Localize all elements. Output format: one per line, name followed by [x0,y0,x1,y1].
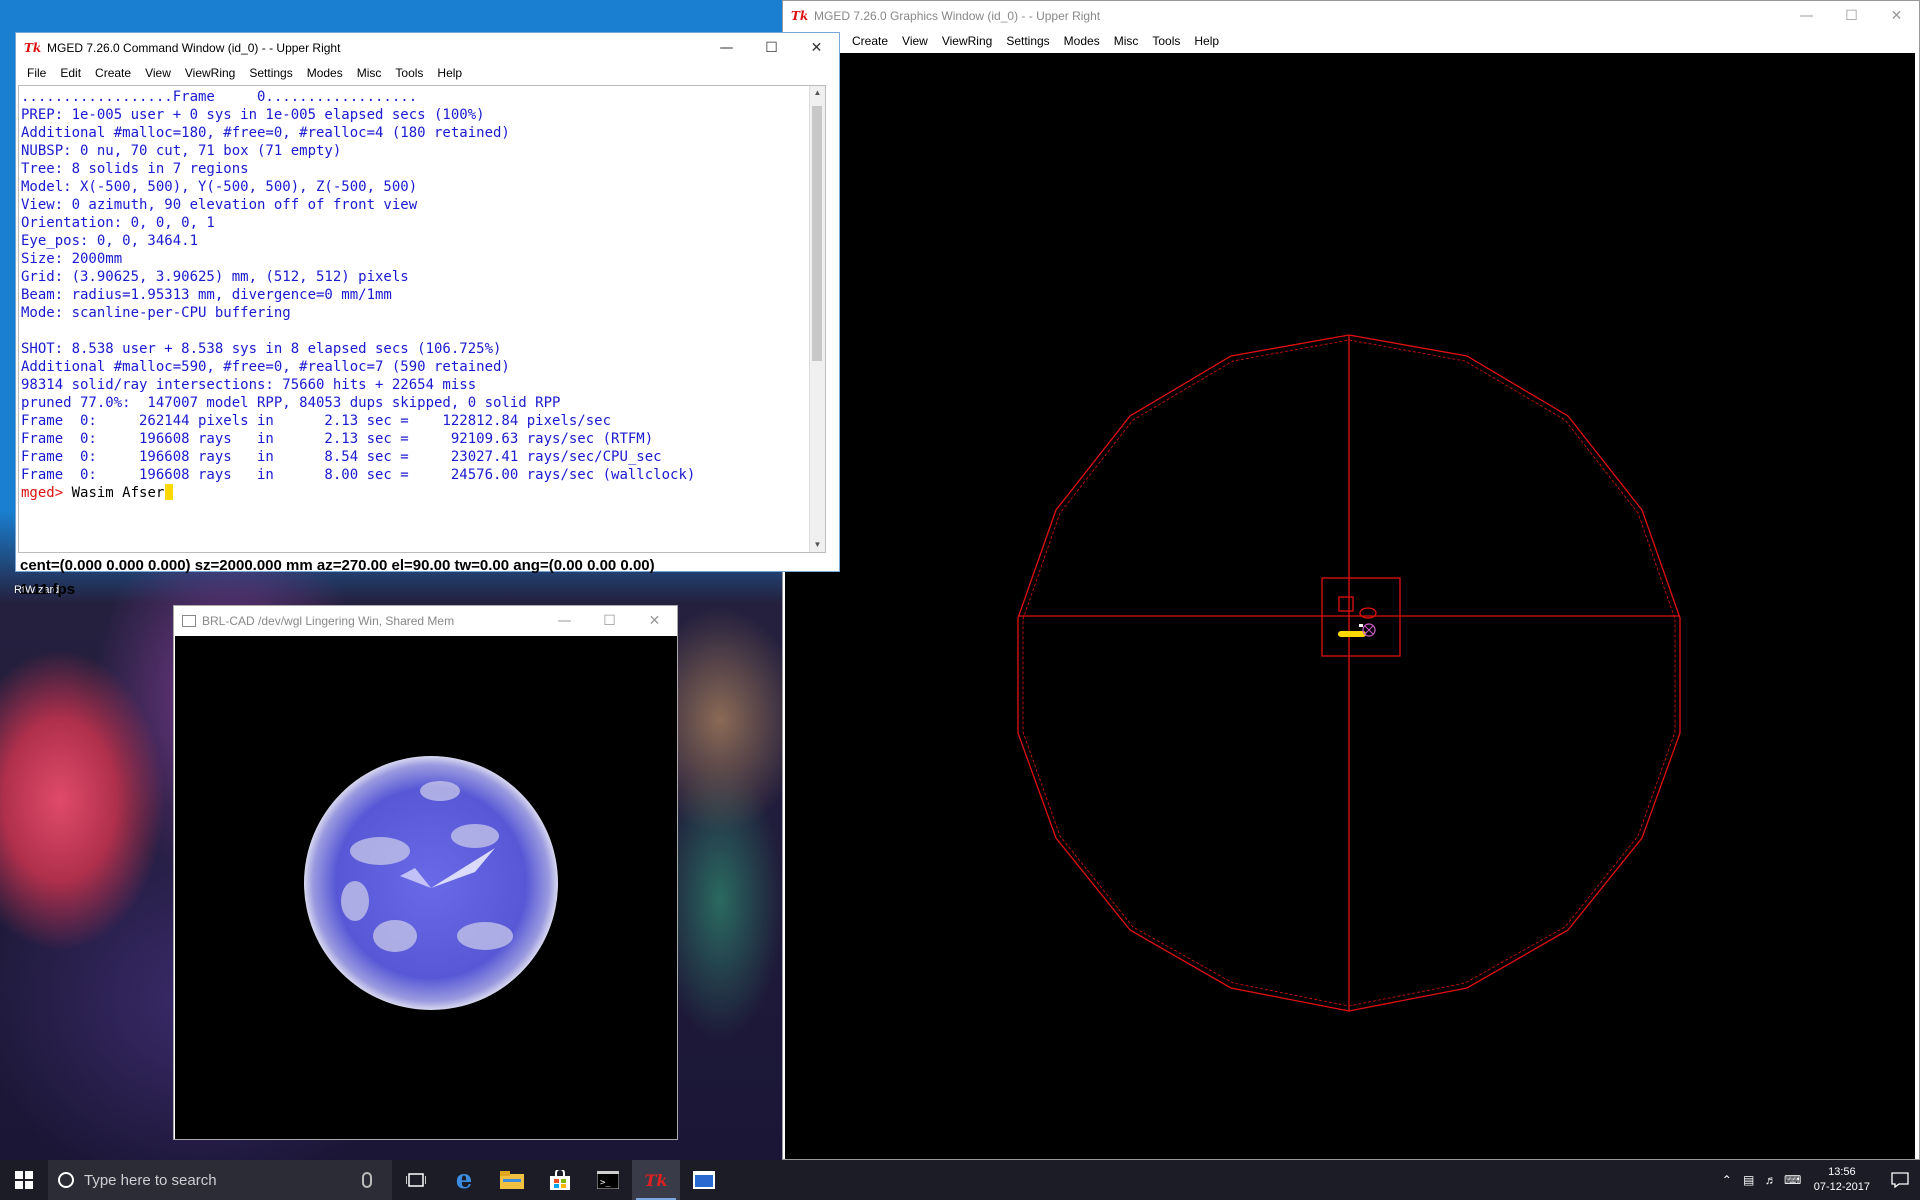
menu-viewring[interactable]: ViewRing [935,31,999,51]
windows-logo-icon [15,1171,33,1189]
tk-feather-icon: Tk [644,1170,668,1190]
search-icon [58,1172,74,1188]
mged-prompt: mged> [21,485,64,501]
framebuffer-taskbar-button[interactable] [680,1160,728,1200]
command-prompt-button[interactable]: >_ [584,1160,632,1200]
menu-help[interactable]: Help [1187,31,1226,51]
taskbar-clock[interactable]: 13:56 07-12-2017 [1804,1165,1880,1195]
tk-feather-icon: Tk [24,41,42,55]
svg-text:>_: >_ [600,1178,611,1188]
scroll-up-arrow-icon[interactable]: ▲ [810,86,825,100]
task-view-icon [406,1173,426,1187]
window-app-icon [182,615,196,627]
cloud-patch [420,781,460,801]
minimize-button[interactable]: — [1784,1,1829,31]
graphics-window[interactable]: Tk MGED 7.26.0 Graphics Window (id_0) - … [782,0,1920,1160]
command-prompt-line[interactable]: mged> Wasim Afser [19,484,825,502]
framebuffer-window-title: BRL-CAD /dev/wgl Lingering Win, Shared M… [202,614,455,628]
taskbar-search[interactable]: Type here to search [48,1160,392,1200]
maximize-button[interactable]: ☐ [1829,1,1874,31]
cloud-patch [341,881,369,921]
cloud-patch [373,920,417,952]
action-center-button[interactable] [1880,1160,1920,1200]
menu-help[interactable]: Help [430,63,469,83]
start-button[interactable] [0,1160,48,1200]
file-explorer-button[interactable] [488,1160,536,1200]
graphics-titlebar[interactable]: Tk MGED 7.26.0 Graphics Window (id_0) - … [783,1,1919,31]
raytraced-sphere [304,756,558,1010]
menu-modes[interactable]: Modes [300,63,350,83]
menu-settings[interactable]: Settings [999,31,1056,51]
menu-modes[interactable]: Modes [1057,31,1107,51]
menu-create[interactable]: Create [845,31,895,51]
minimize-button[interactable]: — [704,33,749,63]
menu-view[interactable]: View [895,31,935,51]
close-button[interactable]: ✕ [1874,1,1919,31]
menu-edit[interactable]: Edit [53,63,88,83]
command-menubar: File Edit Create View ViewRing Settings … [16,63,839,83]
cloud-patch [451,824,499,848]
system-tray: ⌃ ▤ ♬ ⌨ 13:56 07-12-2017 [1716,1160,1920,1200]
menu-viewring[interactable]: ViewRing [178,63,242,83]
store-bag-icon [550,1170,570,1190]
mged-taskbar-button[interactable]: Tk [632,1160,680,1200]
maximize-button[interactable]: ☐ [749,33,794,63]
view-status-line: cent=(0.000 0.000 0.000) sz=2000.000 mm … [20,557,655,574]
scrollbar-thumb[interactable] [812,106,822,361]
folder-icon [500,1171,524,1189]
menu-settings[interactable]: Settings [242,63,299,83]
white-marker [1359,624,1363,627]
network-icon[interactable]: ▤ [1738,1173,1760,1187]
menu-misc[interactable]: Misc [350,63,389,83]
search-input[interactable]: Type here to search [84,1172,362,1189]
fps-readout: 1.11 fps [20,581,76,598]
clock-time: 13:56 [1828,1166,1856,1178]
command-window-title: MGED 7.26.0 Command Window (id_0) - - Up… [47,41,341,55]
terminal-icon: >_ [597,1171,619,1189]
clock-date: 07-12-2017 [1813,1181,1870,1193]
keyboard-icon[interactable]: ⌨ [1782,1173,1804,1187]
cloud-patch [457,922,513,950]
menu-tools[interactable]: Tools [1145,31,1187,51]
menu-tools[interactable]: Tools [388,63,430,83]
menu-view[interactable]: View [138,63,178,83]
menu-file[interactable]: File [20,63,53,83]
scroll-down-arrow-icon[interactable]: ▼ [810,538,825,552]
center-bounding-box [1321,577,1401,657]
menu-create[interactable]: Create [88,63,138,83]
command-console[interactable]: ..................Frame 0...............… [18,85,826,553]
microphone-icon[interactable] [362,1172,372,1188]
taskbar: Type here to search e >_ Tk ⌃ ▤ ♬ ⌨ 13:5… [0,1160,1920,1200]
notification-icon [1891,1172,1909,1188]
tk-feather-icon: Tk [791,9,809,23]
edge-icon: e [455,1165,473,1195]
yellow-cylinder-primitive [1338,631,1366,637]
show-hidden-icons-chevron-icon[interactable]: ⌃ [1716,1173,1738,1187]
small-square-primitive [1338,596,1354,612]
graphics-menubar: Create View ViewRing Settings Modes Misc… [783,31,1919,51]
console-scrollbar[interactable]: ▲ ▼ [809,86,825,552]
command-input[interactable]: Wasim Afser [63,485,165,501]
graphics-canvas[interactable] [785,53,1915,1159]
text-cursor [165,484,174,500]
raytrace-render-canvas [175,636,677,1139]
graphics-window-title: MGED 7.26.0 Graphics Window (id_0) - - U… [814,9,1101,23]
menu-misc[interactable]: Misc [1107,31,1146,51]
minimize-button[interactable]: — [542,606,587,636]
framebuffer-window[interactable]: BRL-CAD /dev/wgl Lingering Win, Shared M… [173,605,678,1140]
command-titlebar[interactable]: Tk MGED 7.26.0 Command Window (id_0) - -… [16,33,839,63]
window-app-icon [693,1171,715,1189]
command-window[interactable]: Tk MGED 7.26.0 Command Window (id_0) - -… [15,32,840,598]
console-output: ..................Frame 0...............… [21,89,696,483]
framebuffer-titlebar[interactable]: BRL-CAD /dev/wgl Lingering Win, Shared M… [174,606,677,636]
volume-icon[interactable]: ♬ [1760,1173,1782,1187]
task-view-button[interactable] [392,1160,440,1200]
maximize-button[interactable]: ☐ [587,606,632,636]
store-button[interactable] [536,1160,584,1200]
cloud-patch [350,837,410,865]
close-button[interactable]: ✕ [632,606,677,636]
wireframe-view [1017,334,1681,1012]
close-button[interactable]: ✕ [794,33,839,63]
edge-browser-button[interactable]: e [440,1160,488,1200]
